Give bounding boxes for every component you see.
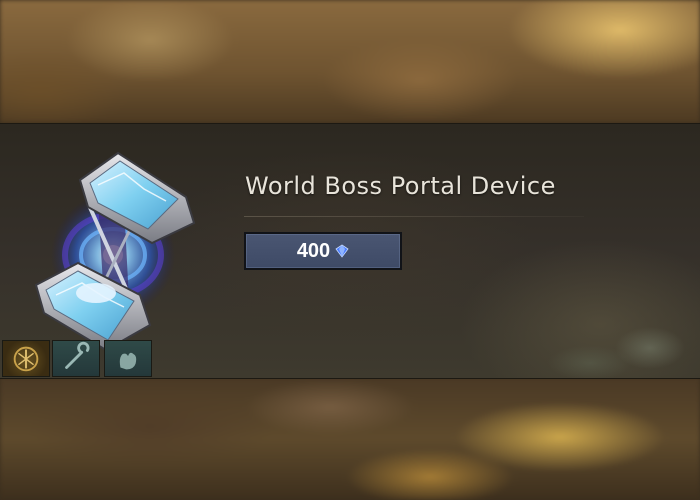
background-scenery-top: [0, 0, 700, 123]
title-divider: [244, 216, 584, 217]
portal-device-icon: [34, 151, 196, 352]
game-scene: World Boss Portal Device 400: [0, 0, 700, 500]
price-value: 400: [296, 239, 331, 262]
hand-slot[interactable]: [104, 340, 152, 377]
blue-gem-icon: [335, 244, 349, 258]
wrench-icon: [65, 341, 90, 369]
item-name: World Boss Portal Device: [245, 172, 556, 200]
emblem-slot[interactable]: [2, 340, 50, 377]
panel-foliage-decoration: [530, 288, 700, 378]
hand-icon: [119, 352, 137, 370]
background-scenery-bottom: [0, 377, 700, 500]
price-button[interactable]: 400: [244, 232, 402, 270]
compass-emblem-icon: [13, 346, 39, 372]
tool-slot[interactable]: [52, 340, 100, 377]
